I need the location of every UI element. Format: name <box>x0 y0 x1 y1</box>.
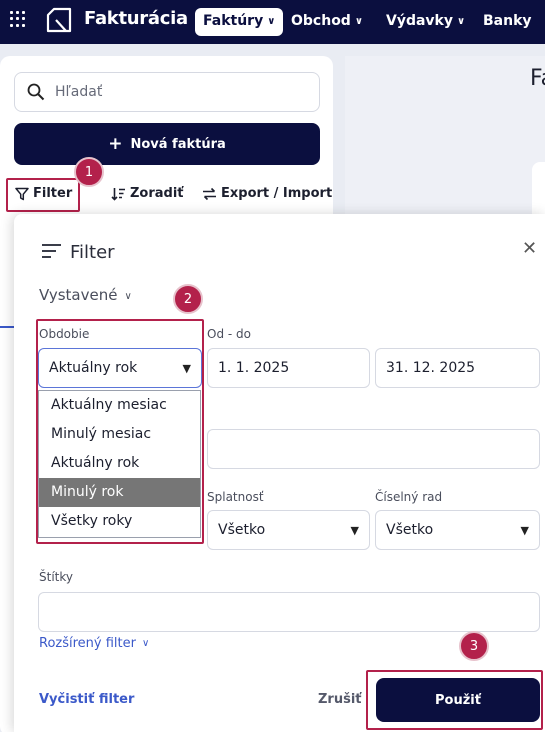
invoice-type-dropdown[interactable]: Vystavené ∨ <box>39 286 132 304</box>
filter-panel-title: Filter <box>70 242 115 263</box>
nav-commerce[interactable]: Obchod ∨ <box>283 8 371 36</box>
step-badge-3: 3 <box>459 631 489 661</box>
nav-expenses[interactable]: Výdavky ∨ <box>378 8 473 36</box>
nav-invoices[interactable]: Faktúry ∨ <box>195 8 284 36</box>
chevron-down-icon: ▼ <box>350 523 359 537</box>
nav-expenses-label: Výdavky <box>386 13 453 29</box>
main-card <box>532 162 545 214</box>
tags-field[interactable] <box>38 592 540 632</box>
apps-grid-icon[interactable] <box>10 11 26 27</box>
date-from-field[interactable]: 1. 1. 2025 <box>207 348 370 388</box>
app-logo-icon <box>46 7 72 33</box>
app-title: Fakturácia <box>84 8 188 29</box>
apply-highlight-box <box>366 670 543 730</box>
due-label: Splatnosť <box>207 490 264 504</box>
chevron-down-icon: ∨ <box>267 16 276 27</box>
clear-filter-link[interactable]: Vyčistiť filter <box>39 692 134 707</box>
nav-banks-label: Banky <box>483 13 532 29</box>
due-select[interactable]: Všetko ▼ <box>207 510 370 550</box>
chevron-down-icon: ▼ <box>520 523 529 537</box>
period-highlight-box <box>36 319 204 544</box>
export-import-button[interactable]: Export / Import <box>202 186 332 201</box>
date-from-value: 1. 1. 2025 <box>218 360 290 376</box>
sort-icon <box>111 187 125 201</box>
invoice-type-label: Vystavené <box>39 286 118 304</box>
filter-lines-icon <box>42 244 61 258</box>
numbering-label: Číselný rad <box>375 490 443 504</box>
advanced-filter-label: Rozšírený filter <box>39 636 136 651</box>
sort-button[interactable]: Zoradiť <box>111 186 184 201</box>
search-input[interactable] <box>55 82 305 102</box>
main-heading: Fa <box>530 66 545 91</box>
tags-label: Štítky <box>39 570 73 584</box>
due-select-value: Všetko <box>218 522 266 538</box>
text-filter-field[interactable] <box>207 429 540 469</box>
new-invoice-label: Nová faktúra <box>130 136 226 152</box>
date-range-label: Od - do <box>207 327 251 341</box>
numbering-select[interactable]: Všetko ▼ <box>375 510 540 550</box>
numbering-select-value: Všetko <box>386 522 434 538</box>
step-badge-1: 1 <box>74 157 104 187</box>
export-import-label: Export / Import <box>221 186 333 201</box>
search-icon <box>27 83 45 101</box>
chevron-down-icon: ∨ <box>124 291 132 302</box>
search-box[interactable] <box>14 72 320 112</box>
top-navigation-bar: Fakturácia Faktúry ∨ Obchod ∨ Výdavky ∨ Ban… <box>0 0 545 44</box>
new-invoice-button[interactable]: + Nová faktúra <box>14 123 320 165</box>
swap-arrows-icon <box>203 187 216 200</box>
close-icon[interactable]: ✕ <box>522 238 537 259</box>
step-badge-2: 2 <box>173 284 203 314</box>
chevron-down-icon: ∨ <box>457 16 466 27</box>
sidebar-active-indicator <box>0 326 14 328</box>
nav-banks[interactable]: Banky <box>475 8 540 36</box>
sort-label: Zoradiť <box>130 186 184 201</box>
date-to-value: 31. 12. 2025 <box>386 360 476 376</box>
advanced-filter-link[interactable]: Rozšírený filter ∨ <box>39 636 149 651</box>
chevron-down-icon: ∨ <box>354 16 363 27</box>
plus-icon: + <box>108 133 123 154</box>
chevron-down-icon: ∨ <box>141 638 150 649</box>
cancel-button[interactable]: Zrušiť <box>318 692 362 707</box>
nav-invoices-label: Faktúry <box>203 13 264 29</box>
date-to-field[interactable]: 31. 12. 2025 <box>375 348 540 388</box>
filter-highlight-box <box>6 178 80 212</box>
nav-commerce-label: Obchod <box>291 13 351 29</box>
